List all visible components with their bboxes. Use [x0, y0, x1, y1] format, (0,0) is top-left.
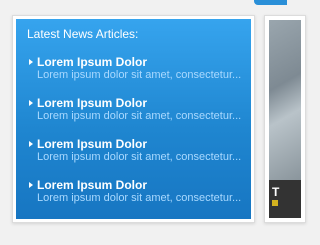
news-item-excerpt: Lorem ipsum dolor sit amet, consectetur.… — [37, 151, 242, 163]
news-item[interactable]: Lorem Ipsum Dolor Lorem ipsum dolor sit … — [27, 96, 249, 127]
bullet-arrow-icon — [29, 100, 33, 106]
featured-caption-accent — [272, 200, 278, 206]
news-item-excerpt: Lorem ipsum dolor sit amet, consectetur.… — [37, 110, 242, 122]
news-item-title[interactable]: Lorem Ipsum Dolor — [37, 55, 147, 69]
news-item-title[interactable]: Lorem Ipsum Dolor — [37, 178, 147, 192]
news-item[interactable]: Lorem Ipsum Dolor Lorem ipsum dolor sit … — [27, 178, 249, 209]
news-panel: Latest News Articles: Lorem Ipsum Dolor … — [16, 19, 251, 219]
bullet-arrow-icon — [29, 182, 33, 188]
featured-card[interactable]: T — [264, 15, 306, 223]
featured-caption-bar: T — [269, 180, 301, 218]
news-item[interactable]: Lorem Ipsum Dolor Lorem ipsum dolor sit … — [27, 55, 249, 86]
news-item-excerpt: Lorem ipsum dolor sit amet, consectetur.… — [37, 192, 242, 204]
news-item[interactable]: Lorem Ipsum Dolor Lorem ipsum dolor sit … — [27, 137, 249, 168]
top-tab-accent — [254, 0, 287, 5]
news-item-title[interactable]: Lorem Ipsum Dolor — [37, 137, 147, 151]
bullet-arrow-icon — [29, 141, 33, 147]
featured-caption[interactable]: T — [272, 185, 279, 199]
news-heading: Latest News Articles: — [27, 27, 139, 41]
news-item-excerpt: Lorem ipsum dolor sit amet, consectetur.… — [37, 69, 242, 81]
bullet-arrow-icon — [29, 59, 33, 65]
news-card: Latest News Articles: Lorem Ipsum Dolor … — [12, 15, 255, 223]
featured-image[interactable] — [269, 20, 301, 180]
news-item-title[interactable]: Lorem Ipsum Dolor — [37, 96, 147, 110]
